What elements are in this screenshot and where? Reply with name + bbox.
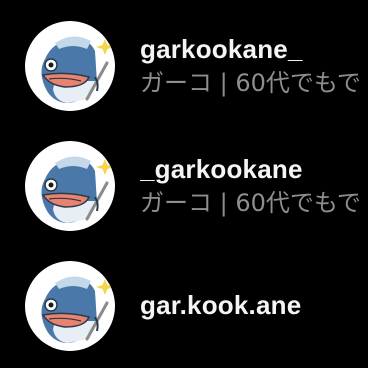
avatar[interactable] — [25, 141, 115, 231]
search-results-list: garkookane_ ガーコ | 60代でもで _garkookane ガーコ… — [0, 0, 368, 368]
username: _garkookane — [140, 154, 303, 184]
search-result-item[interactable]: garkookane_ ガーコ | 60代でもで — [0, 10, 368, 120]
gar-mascot-icon — [41, 156, 114, 223]
search-result-item[interactable]: gar.kook.ane — [0, 250, 368, 360]
search-result-item[interactable]: _garkookane ガーコ | 60代でもで — [0, 130, 368, 240]
avatar[interactable] — [25, 21, 115, 111]
avatar[interactable] — [25, 261, 115, 351]
full-name: ガーコ | 60代でもで — [140, 189, 361, 217]
gar-mascot-icon — [41, 36, 114, 103]
username: gar.kook.ane — [140, 290, 302, 320]
full-name: ガーコ | 60代でもで — [140, 69, 361, 97]
gar-mascot-icon — [41, 276, 114, 343]
username: garkookane_ — [140, 34, 303, 64]
